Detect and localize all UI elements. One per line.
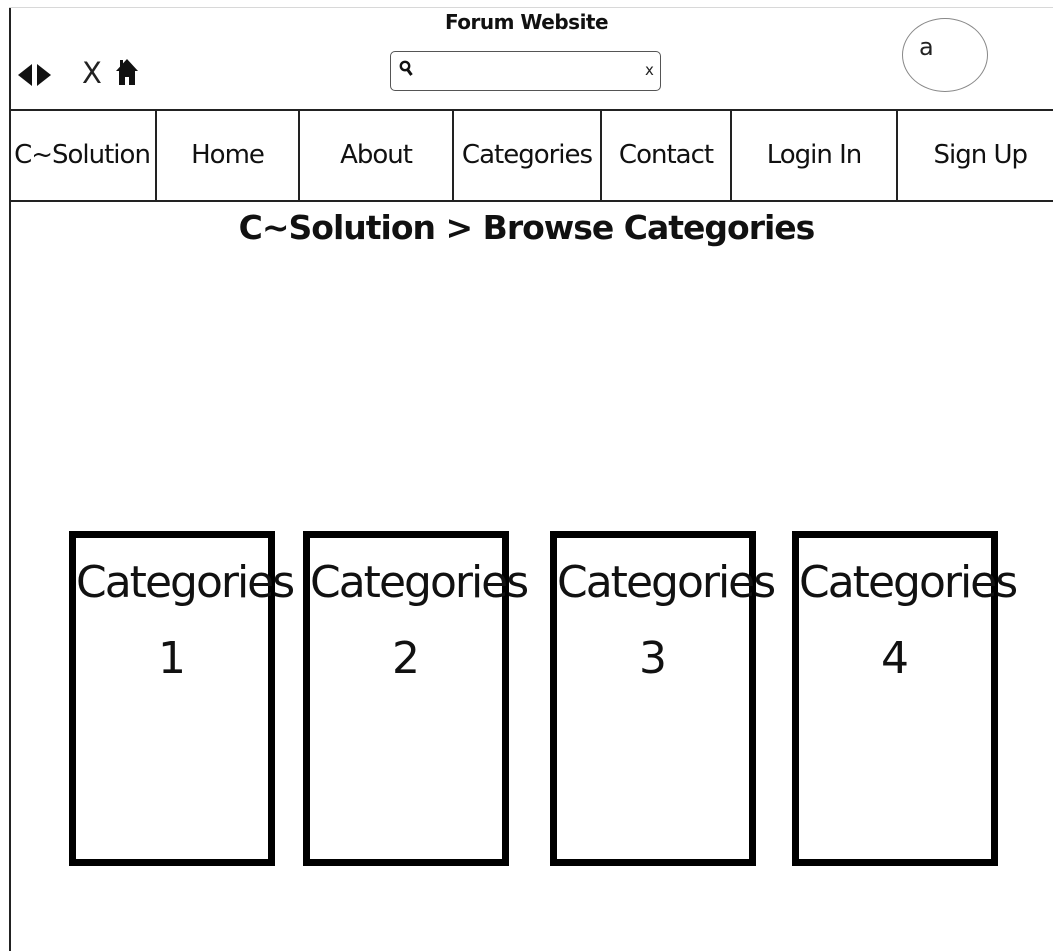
window-title: Forum Website bbox=[444, 10, 609, 34]
nav-item-sign-up[interactable]: Sign Up bbox=[898, 111, 1053, 200]
category-card-label: Categories bbox=[310, 557, 529, 608]
close-icon[interactable]: X bbox=[82, 56, 102, 90]
avatar[interactable]: a bbox=[902, 18, 988, 92]
category-card-number: 3 bbox=[639, 633, 667, 684]
home-icon[interactable] bbox=[115, 58, 139, 86]
avatar-label: a bbox=[919, 33, 934, 61]
search-box[interactable]: x bbox=[390, 51, 661, 91]
category-card-1[interactable]: Categories 1 bbox=[69, 531, 295, 866]
category-card-number: 1 bbox=[158, 633, 186, 684]
nav-item-categories[interactable]: Categories bbox=[454, 111, 600, 200]
category-card-4[interactable]: Categories 4 bbox=[792, 531, 1018, 866]
nav-bar: C~Solution Home About Categories Contact… bbox=[9, 109, 1053, 202]
forward-arrow-icon[interactable] bbox=[37, 64, 51, 86]
category-card-label: Categories bbox=[799, 557, 1018, 608]
nav-item-login[interactable]: Login In bbox=[732, 111, 896, 200]
window-top-border bbox=[9, 7, 1053, 8]
category-card-number: 4 bbox=[881, 633, 909, 684]
back-arrow-icon[interactable] bbox=[18, 64, 32, 86]
category-card-2[interactable]: Categories 2 bbox=[303, 531, 529, 866]
nav-item-contact[interactable]: Contact bbox=[602, 111, 730, 200]
search-input[interactable] bbox=[421, 58, 631, 84]
clear-search-icon[interactable]: x bbox=[645, 61, 654, 79]
nav-item-about[interactable]: About bbox=[300, 111, 452, 200]
nav-item-c-solution[interactable]: C~Solution bbox=[9, 111, 155, 200]
category-card-label: Categories bbox=[76, 557, 295, 608]
category-card-3[interactable]: Categories 3 bbox=[550, 531, 776, 866]
category-card-number: 2 bbox=[392, 633, 420, 684]
browser-window: Forum Website X x a C~Solution Home Abou… bbox=[0, 0, 1053, 951]
search-icon bbox=[399, 60, 413, 76]
category-card-label: Categories bbox=[557, 557, 776, 608]
page-title: C~Solution > Browse Categories bbox=[238, 208, 816, 247]
nav-item-home[interactable]: Home bbox=[157, 111, 298, 200]
